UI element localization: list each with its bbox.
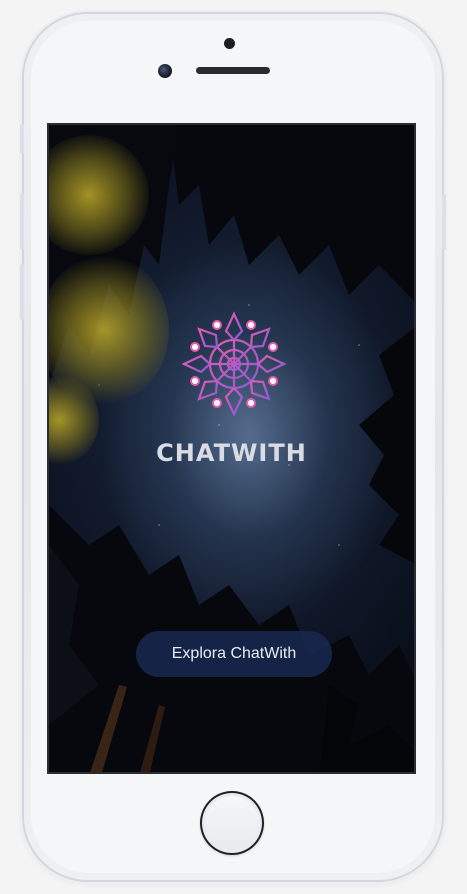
earpiece-speaker [196,67,270,74]
mandala-icon [181,311,287,417]
volume-up-button [20,194,24,250]
app-screen: CHATWITH Explora ChatWith [47,123,416,774]
brand-title: CHATWITH [156,439,307,467]
phone-frame: CHATWITH Explora ChatWith [20,14,446,880]
mute-switch [20,124,24,154]
front-camera-icon [158,64,172,78]
volume-down-button [20,264,24,320]
proximity-sensor [224,38,235,49]
home-button[interactable] [200,791,264,855]
explore-button[interactable]: Explora ChatWith [136,631,332,677]
power-button [442,194,446,250]
